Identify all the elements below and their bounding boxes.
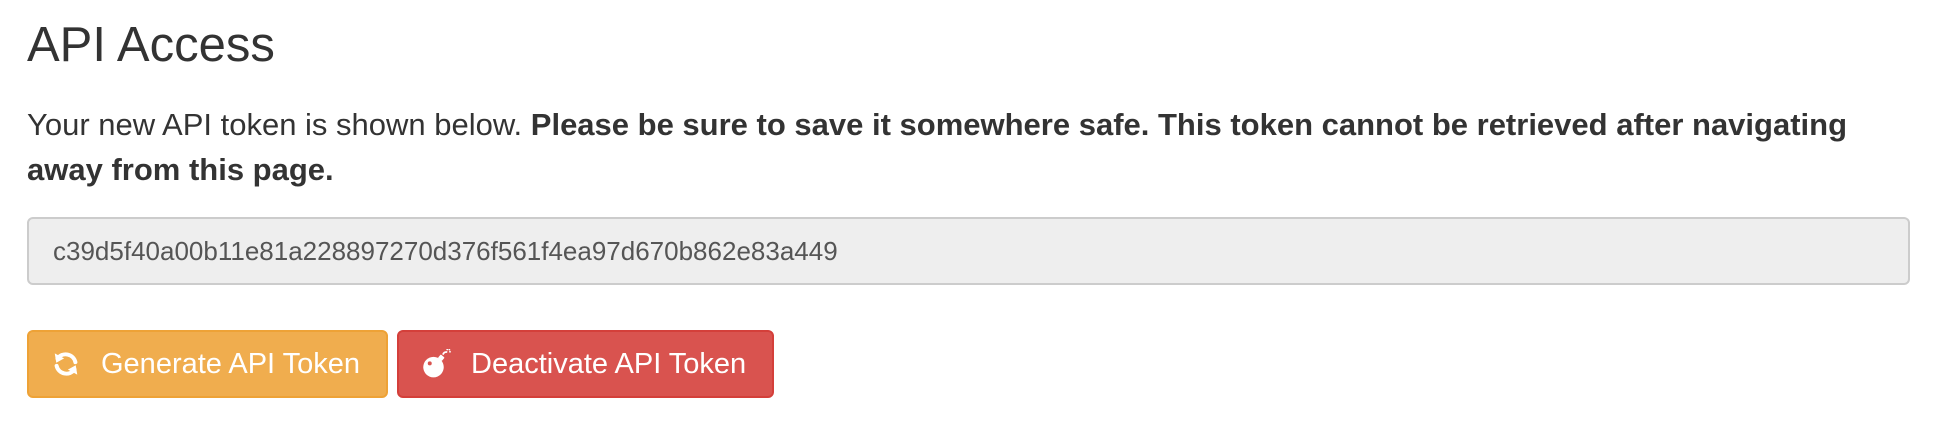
page-title: API Access [27,18,275,72]
generate-api-token-button[interactable]: Generate API Token [27,330,389,398]
bomb-icon [421,349,452,379]
generate-api-token-label: Generate API Token [101,347,361,380]
api-token-field[interactable] [27,217,1910,285]
token-notice: Your new API token is shown below. Pleas… [27,102,1910,192]
refresh-icon [51,349,81,379]
deactivate-api-token-button[interactable]: Deactivate API Token [397,330,775,398]
notice-intro: Your new API token is shown below. [27,107,531,142]
deactivate-api-token-label: Deactivate API Token [471,347,747,380]
token-actions: Generate API Token Deactivate API Token [27,330,1910,398]
api-access-panel: API Access Your new API token is shown b… [27,0,1910,398]
